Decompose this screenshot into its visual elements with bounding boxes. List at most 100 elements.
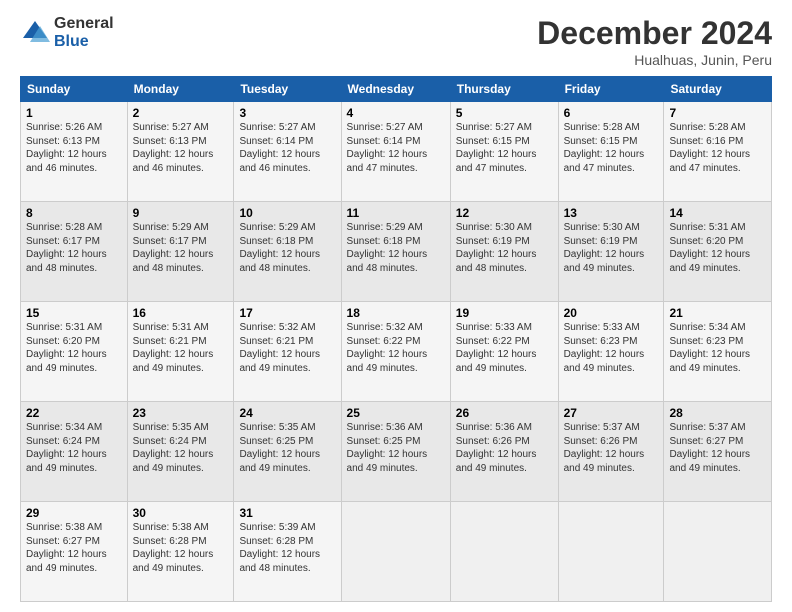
calendar-cell	[664, 502, 772, 602]
day-number: 23	[133, 406, 229, 420]
day-number: 31	[239, 506, 335, 520]
calendar-cell: 2 Sunrise: 5:27 AMSunset: 6:13 PMDayligh…	[127, 102, 234, 202]
day-number: 29	[26, 506, 122, 520]
day-number: 4	[347, 106, 445, 120]
calendar-cell: 15 Sunrise: 5:31 AMSunset: 6:20 PMDaylig…	[21, 302, 128, 402]
day-detail: Sunrise: 5:27 AMSunset: 6:14 PMDaylight:…	[347, 122, 428, 174]
day-number: 10	[239, 206, 335, 220]
day-detail: Sunrise: 5:27 AMSunset: 6:13 PMDaylight:…	[133, 122, 214, 174]
logo-text: General Blue	[54, 15, 114, 50]
day-detail: Sunrise: 5:32 AMSunset: 6:22 PMDaylight:…	[347, 322, 428, 374]
day-number: 18	[347, 306, 445, 320]
calendar-cell: 23 Sunrise: 5:35 AMSunset: 6:24 PMDaylig…	[127, 402, 234, 502]
col-friday: Friday	[558, 77, 664, 102]
day-detail: Sunrise: 5:27 AMSunset: 6:14 PMDaylight:…	[239, 122, 320, 174]
logo-blue-text: Blue	[54, 33, 114, 51]
day-detail: Sunrise: 5:36 AMSunset: 6:25 PMDaylight:…	[347, 422, 428, 474]
day-number: 20	[564, 306, 659, 320]
header: General Blue December 2024 Hualhuas, Jun…	[20, 15, 772, 68]
calendar-cell: 9 Sunrise: 5:29 AMSunset: 6:17 PMDayligh…	[127, 202, 234, 302]
day-number: 2	[133, 106, 229, 120]
calendar-cell: 7 Sunrise: 5:28 AMSunset: 6:16 PMDayligh…	[664, 102, 772, 202]
day-number: 16	[133, 306, 229, 320]
calendar-cell	[341, 502, 450, 602]
logo-icon	[20, 18, 50, 48]
calendar-week-row: 22 Sunrise: 5:34 AMSunset: 6:24 PMDaylig…	[21, 402, 772, 502]
day-number: 8	[26, 206, 122, 220]
day-detail: Sunrise: 5:30 AMSunset: 6:19 PMDaylight:…	[456, 222, 537, 274]
day-number: 21	[669, 306, 766, 320]
day-number: 1	[26, 106, 122, 120]
month-title: December 2024	[537, 15, 772, 52]
calendar-cell: 8 Sunrise: 5:28 AMSunset: 6:17 PMDayligh…	[21, 202, 128, 302]
calendar-cell: 1 Sunrise: 5:26 AMSunset: 6:13 PMDayligh…	[21, 102, 128, 202]
day-detail: Sunrise: 5:35 AMSunset: 6:24 PMDaylight:…	[133, 422, 214, 474]
calendar-page: General Blue December 2024 Hualhuas, Jun…	[0, 0, 792, 612]
calendar-week-row: 1 Sunrise: 5:26 AMSunset: 6:13 PMDayligh…	[21, 102, 772, 202]
col-thursday: Thursday	[450, 77, 558, 102]
calendar-cell: 5 Sunrise: 5:27 AMSunset: 6:15 PMDayligh…	[450, 102, 558, 202]
day-number: 7	[669, 106, 766, 120]
day-detail: Sunrise: 5:39 AMSunset: 6:28 PMDaylight:…	[239, 522, 320, 574]
location-subtitle: Hualhuas, Junin, Peru	[537, 52, 772, 68]
calendar-cell	[450, 502, 558, 602]
calendar-header: Sunday Monday Tuesday Wednesday Thursday…	[21, 77, 772, 102]
calendar-cell: 10 Sunrise: 5:29 AMSunset: 6:18 PMDaylig…	[234, 202, 341, 302]
day-detail: Sunrise: 5:34 AMSunset: 6:23 PMDaylight:…	[669, 322, 750, 374]
day-number: 17	[239, 306, 335, 320]
calendar-week-row: 15 Sunrise: 5:31 AMSunset: 6:20 PMDaylig…	[21, 302, 772, 402]
day-detail: Sunrise: 5:29 AMSunset: 6:18 PMDaylight:…	[347, 222, 428, 274]
day-detail: Sunrise: 5:33 AMSunset: 6:23 PMDaylight:…	[564, 322, 645, 374]
calendar-cell: 4 Sunrise: 5:27 AMSunset: 6:14 PMDayligh…	[341, 102, 450, 202]
logo: General Blue	[20, 15, 114, 50]
calendar-cell: 24 Sunrise: 5:35 AMSunset: 6:25 PMDaylig…	[234, 402, 341, 502]
calendar-cell	[558, 502, 664, 602]
day-number: 6	[564, 106, 659, 120]
day-number: 24	[239, 406, 335, 420]
calendar-cell: 25 Sunrise: 5:36 AMSunset: 6:25 PMDaylig…	[341, 402, 450, 502]
calendar-cell: 27 Sunrise: 5:37 AMSunset: 6:26 PMDaylig…	[558, 402, 664, 502]
header-row: Sunday Monday Tuesday Wednesday Thursday…	[21, 77, 772, 102]
day-detail: Sunrise: 5:31 AMSunset: 6:20 PMDaylight:…	[26, 322, 107, 374]
day-detail: Sunrise: 5:36 AMSunset: 6:26 PMDaylight:…	[456, 422, 537, 474]
calendar-cell: 31 Sunrise: 5:39 AMSunset: 6:28 PMDaylig…	[234, 502, 341, 602]
day-detail: Sunrise: 5:29 AMSunset: 6:18 PMDaylight:…	[239, 222, 320, 274]
calendar-cell: 28 Sunrise: 5:37 AMSunset: 6:27 PMDaylig…	[664, 402, 772, 502]
day-detail: Sunrise: 5:31 AMSunset: 6:20 PMDaylight:…	[669, 222, 750, 274]
calendar-week-row: 29 Sunrise: 5:38 AMSunset: 6:27 PMDaylig…	[21, 502, 772, 602]
calendar-cell: 6 Sunrise: 5:28 AMSunset: 6:15 PMDayligh…	[558, 102, 664, 202]
day-detail: Sunrise: 5:28 AMSunset: 6:17 PMDaylight:…	[26, 222, 107, 274]
day-detail: Sunrise: 5:38 AMSunset: 6:27 PMDaylight:…	[26, 522, 107, 574]
day-detail: Sunrise: 5:33 AMSunset: 6:22 PMDaylight:…	[456, 322, 537, 374]
calendar-table: Sunday Monday Tuesday Wednesday Thursday…	[20, 76, 772, 602]
day-detail: Sunrise: 5:38 AMSunset: 6:28 PMDaylight:…	[133, 522, 214, 574]
day-number: 11	[347, 206, 445, 220]
day-number: 25	[347, 406, 445, 420]
day-detail: Sunrise: 5:37 AMSunset: 6:26 PMDaylight:…	[564, 422, 645, 474]
day-number: 3	[239, 106, 335, 120]
calendar-cell: 16 Sunrise: 5:31 AMSunset: 6:21 PMDaylig…	[127, 302, 234, 402]
calendar-cell: 19 Sunrise: 5:33 AMSunset: 6:22 PMDaylig…	[450, 302, 558, 402]
col-monday: Monday	[127, 77, 234, 102]
day-number: 14	[669, 206, 766, 220]
day-number: 19	[456, 306, 553, 320]
day-number: 27	[564, 406, 659, 420]
calendar-cell: 3 Sunrise: 5:27 AMSunset: 6:14 PMDayligh…	[234, 102, 341, 202]
day-number: 5	[456, 106, 553, 120]
day-detail: Sunrise: 5:34 AMSunset: 6:24 PMDaylight:…	[26, 422, 107, 474]
calendar-cell: 20 Sunrise: 5:33 AMSunset: 6:23 PMDaylig…	[558, 302, 664, 402]
day-number: 22	[26, 406, 122, 420]
calendar-cell: 17 Sunrise: 5:32 AMSunset: 6:21 PMDaylig…	[234, 302, 341, 402]
calendar-cell: 11 Sunrise: 5:29 AMSunset: 6:18 PMDaylig…	[341, 202, 450, 302]
calendar-cell: 18 Sunrise: 5:32 AMSunset: 6:22 PMDaylig…	[341, 302, 450, 402]
day-number: 30	[133, 506, 229, 520]
day-number: 12	[456, 206, 553, 220]
day-detail: Sunrise: 5:31 AMSunset: 6:21 PMDaylight:…	[133, 322, 214, 374]
day-detail: Sunrise: 5:30 AMSunset: 6:19 PMDaylight:…	[564, 222, 645, 274]
col-sunday: Sunday	[21, 77, 128, 102]
day-detail: Sunrise: 5:28 AMSunset: 6:15 PMDaylight:…	[564, 122, 645, 174]
title-area: December 2024 Hualhuas, Junin, Peru	[537, 15, 772, 68]
calendar-cell: 21 Sunrise: 5:34 AMSunset: 6:23 PMDaylig…	[664, 302, 772, 402]
day-detail: Sunrise: 5:32 AMSunset: 6:21 PMDaylight:…	[239, 322, 320, 374]
day-detail: Sunrise: 5:35 AMSunset: 6:25 PMDaylight:…	[239, 422, 320, 474]
